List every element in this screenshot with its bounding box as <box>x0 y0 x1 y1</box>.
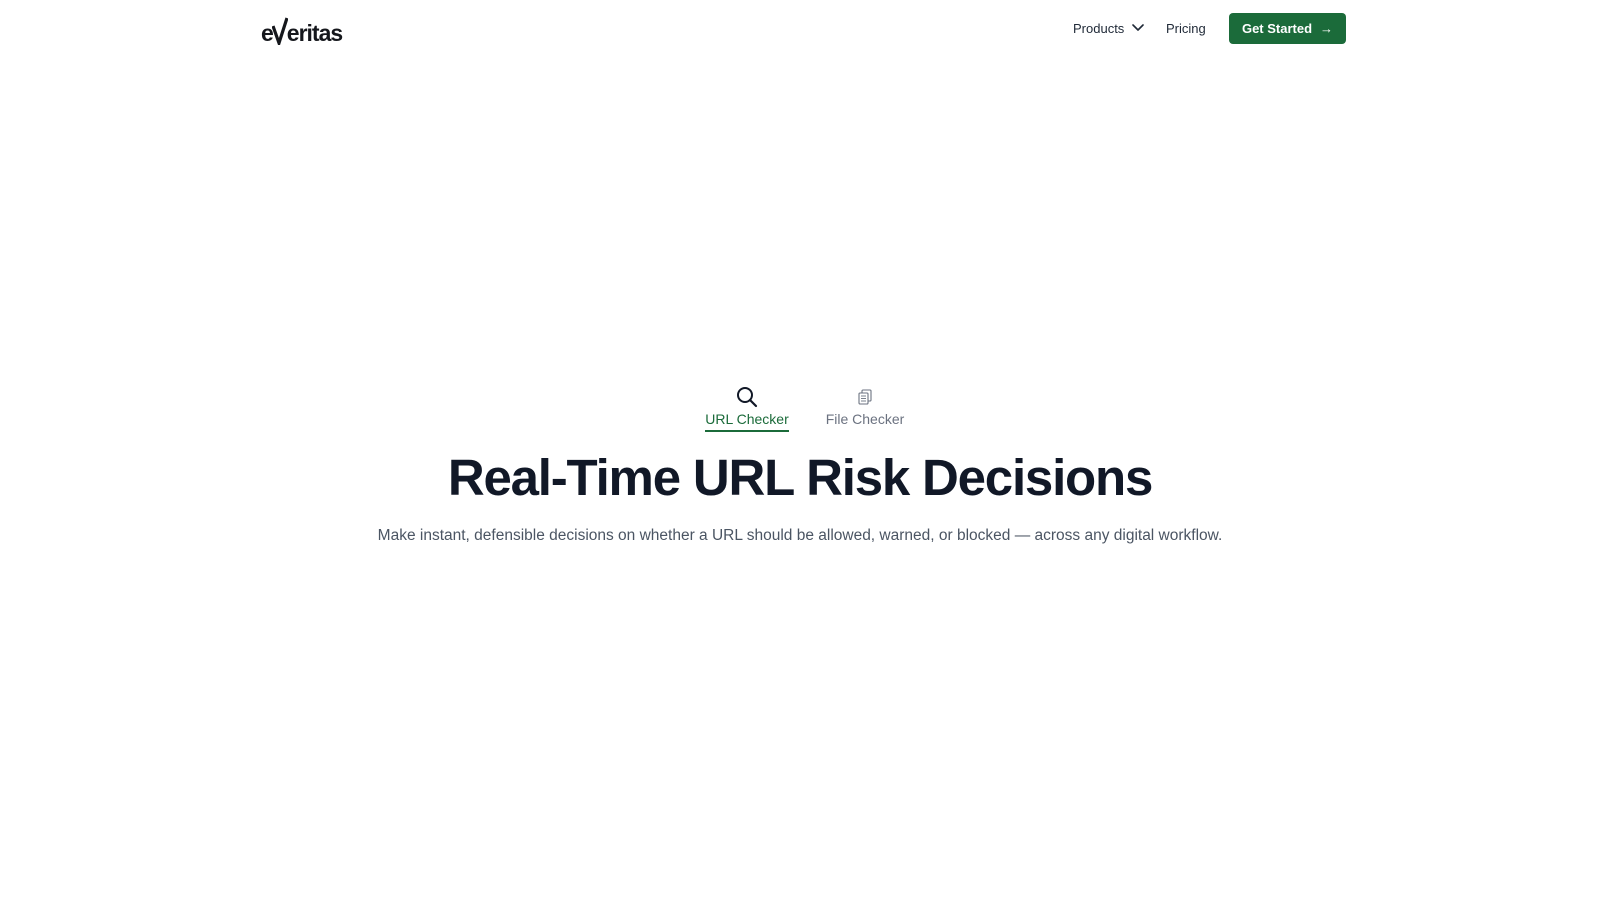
nav-products-label: Products <box>1073 20 1125 36</box>
checker-tabs: URL Checker File Checker <box>0 384 1600 434</box>
hero-subtitle: Make instant, defensible decisions on wh… <box>377 527 1223 544</box>
search-icon <box>736 384 758 410</box>
tab-url-checker-label: URL Checker <box>705 410 789 432</box>
arrow-right-icon: → <box>1320 21 1334 36</box>
document-copy-icon <box>858 384 872 410</box>
nav-pricing-link[interactable]: Pricing <box>1166 18 1206 38</box>
get-started-label: Get Started <box>1241 21 1313 36</box>
site-header: e eritas Products Pricing Get Started → <box>0 0 1600 56</box>
chevron-down-icon <box>1131 20 1145 37</box>
tab-url-checker[interactable]: URL Checker <box>704 384 790 432</box>
tab-file-checker-label: File Checker <box>825 411 905 427</box>
main-nav: Products Pricing Get Started → <box>0 0 1600 56</box>
tab-file-checker[interactable]: File Checker <box>819 384 911 430</box>
hero-title: Real-Time URL Risk Decisions <box>447 449 1153 506</box>
nav-products-dropdown[interactable]: Products <box>1073 18 1145 38</box>
get-started-button[interactable]: Get Started → <box>1229 13 1346 44</box>
